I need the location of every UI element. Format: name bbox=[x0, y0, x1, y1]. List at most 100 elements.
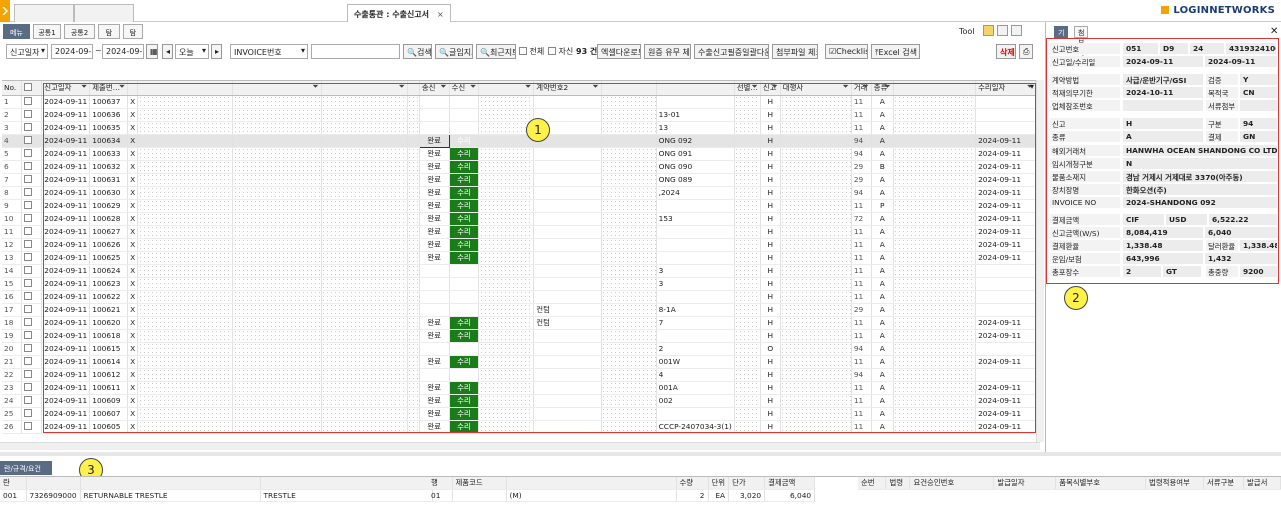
range-separator: ~ bbox=[95, 46, 102, 55]
row-checkbox[interactable] bbox=[24, 123, 33, 131]
subtab-4[interactable]: 탐 bbox=[123, 24, 143, 39]
excel-download-button[interactable]: 엑셀다운로드 bbox=[597, 44, 641, 59]
date-from-input[interactable]: 2024-09-11 bbox=[51, 44, 93, 59]
row-checkbox[interactable] bbox=[24, 227, 33, 235]
checkbox-cell bbox=[21, 251, 43, 265]
row-checkbox[interactable] bbox=[24, 279, 33, 287]
col-header: 단위 bbox=[708, 477, 730, 490]
col-header: 란 bbox=[0, 477, 27, 490]
bulk-cert-download-button[interactable]: 수출신고필증일괄다운 bbox=[694, 44, 769, 59]
reference-search-input[interactable] bbox=[311, 44, 400, 59]
tab-item-spec-requirements[interactable]: 란/규격/요건 bbox=[0, 461, 52, 475]
checkbox-cell bbox=[21, 173, 43, 187]
excel-search-button[interactable]: ⤒Excel 검색 bbox=[871, 44, 920, 59]
col-header: 법령 bbox=[885, 477, 911, 490]
logo-mark-icon bbox=[1161, 6, 1170, 14]
calendar-icon[interactable]: ▦ bbox=[146, 44, 158, 59]
subtab-menu[interactable]: 메뉴 bbox=[3, 24, 30, 39]
row-checkbox[interactable] bbox=[24, 422, 33, 430]
tab-attachments[interactable]: 첨부파일 bbox=[1074, 26, 1089, 67]
reference-field-select[interactable]: INVOICE번호 bbox=[230, 44, 308, 59]
requirements-table: 순번 법령 요건승인번호 발급일자 품목식별부호 법령적용여부 서류구분 발급서 bbox=[858, 477, 1281, 490]
prev-day-button[interactable]: ◂ bbox=[162, 44, 173, 59]
row-checkbox[interactable] bbox=[24, 409, 33, 417]
checklist-button[interactable]: ☑Checklist bbox=[825, 44, 868, 59]
row-number: 18 bbox=[2, 316, 23, 330]
checkbox-cell bbox=[21, 277, 43, 291]
subtab-common1[interactable]: 공통1 bbox=[33, 24, 61, 39]
subtab-common2[interactable]: 공통2 bbox=[64, 24, 95, 39]
subtab-3[interactable]: 탐 bbox=[98, 24, 120, 39]
delete-button[interactable]: 삭제 bbox=[996, 44, 1016, 59]
self-checkbox[interactable]: 자신 bbox=[548, 46, 573, 57]
row-checkbox[interactable] bbox=[24, 188, 33, 196]
col-header: 제품코드 bbox=[452, 477, 507, 490]
spec-row[interactable]: 01 (M) 2 EA 3,020 6,040 bbox=[428, 489, 816, 502]
row-checkbox[interactable] bbox=[24, 175, 33, 183]
row-checkbox[interactable] bbox=[24, 253, 33, 261]
row-checkbox[interactable] bbox=[24, 201, 33, 209]
checkbox-cell bbox=[21, 355, 43, 369]
row-checkbox[interactable] bbox=[24, 97, 33, 105]
checkbox-cell bbox=[21, 147, 43, 161]
all-checkbox[interactable]: 전체 bbox=[519, 46, 544, 57]
search-button[interactable]: 🔍검색 bbox=[403, 44, 432, 59]
print-icon[interactable]: ⎙ bbox=[1019, 44, 1033, 59]
row-checkbox[interactable] bbox=[24, 305, 33, 313]
row-checkbox[interactable] bbox=[24, 331, 33, 339]
today-select[interactable]: 오늘 bbox=[175, 44, 209, 59]
row-checkbox[interactable] bbox=[24, 240, 33, 248]
close-icon[interactable]: ✕ bbox=[1270, 26, 1278, 37]
row-checkbox[interactable] bbox=[24, 149, 33, 157]
row-checkbox[interactable] bbox=[24, 214, 33, 222]
chevron-right-icon bbox=[2, 7, 8, 15]
row-checkbox[interactable] bbox=[24, 162, 33, 170]
splitter[interactable] bbox=[0, 452, 1281, 456]
bulk-button[interactable]: 🔍글임지트 bbox=[435, 44, 473, 59]
row-checkbox[interactable] bbox=[24, 344, 33, 352]
filter-bar: 신고일자 2024-09-11 ~ 2024-09-11 ▦ ◂ 오늘 ▸ IN… bbox=[0, 44, 1040, 60]
row-checkbox[interactable] bbox=[24, 383, 33, 391]
original-check-button[interactable]: 원증 유무 체크 bbox=[644, 44, 691, 59]
grid-vertical-scrollbar[interactable] bbox=[1036, 80, 1044, 442]
layout-icon-1[interactable] bbox=[983, 25, 994, 36]
spec-cell: EA bbox=[708, 489, 730, 502]
close-icon[interactable]: × bbox=[437, 10, 444, 19]
row-number: 1 bbox=[2, 95, 23, 109]
menu-toggle-button[interactable] bbox=[0, 0, 10, 22]
checkbox-cell bbox=[21, 134, 43, 148]
row-checkbox[interactable] bbox=[24, 357, 33, 365]
row-number: 25 bbox=[2, 407, 23, 421]
next-day-button[interactable]: ▸ bbox=[211, 44, 222, 59]
col-header: x bbox=[80, 477, 261, 490]
column-header[interactable] bbox=[21, 81, 43, 96]
grid-horizontal-scrollbar[interactable] bbox=[0, 442, 1040, 450]
row-checkbox[interactable] bbox=[24, 318, 33, 326]
layout-icon-3[interactable] bbox=[1011, 25, 1022, 36]
checkbox-cell bbox=[21, 225, 43, 239]
row-checkbox[interactable] bbox=[24, 370, 33, 378]
recent-label: 최근지트 bbox=[489, 48, 515, 57]
row-number: 7 bbox=[2, 173, 23, 187]
checkbox-cell bbox=[21, 264, 43, 278]
document-tab-export-declaration[interactable]: 수출통관 : 수출신고서 × bbox=[347, 4, 451, 22]
select-all-checkbox[interactable] bbox=[24, 83, 33, 92]
row-checkbox[interactable] bbox=[24, 396, 33, 404]
blank-tab-1[interactable] bbox=[14, 4, 74, 22]
tab-basic[interactable]: 기본 bbox=[1054, 26, 1069, 47]
item-row[interactable]: 001 7326909000 RETURNABLE TRESTLE TRESTLE bbox=[0, 489, 433, 502]
row-checkbox[interactable] bbox=[24, 292, 33, 300]
row-number: 21 bbox=[2, 355, 23, 369]
layout-icon-2[interactable] bbox=[997, 25, 1008, 36]
row-checkbox[interactable] bbox=[24, 136, 33, 144]
column-header[interactable]: No. bbox=[2, 81, 23, 96]
date-field-select[interactable]: 신고일자 bbox=[6, 44, 48, 59]
spec-cell: (M) bbox=[506, 489, 677, 502]
date-to-input[interactable]: 2024-09-11 bbox=[102, 44, 144, 59]
blank-tab-2[interactable] bbox=[74, 4, 134, 22]
attachment-check-button[interactable]: 첨부파일 체크 bbox=[772, 44, 818, 59]
row-checkbox[interactable] bbox=[24, 110, 33, 118]
row-number: 15 bbox=[2, 277, 23, 291]
row-checkbox[interactable] bbox=[24, 266, 33, 274]
recent-button[interactable]: 🔍최근지트 bbox=[476, 44, 516, 59]
